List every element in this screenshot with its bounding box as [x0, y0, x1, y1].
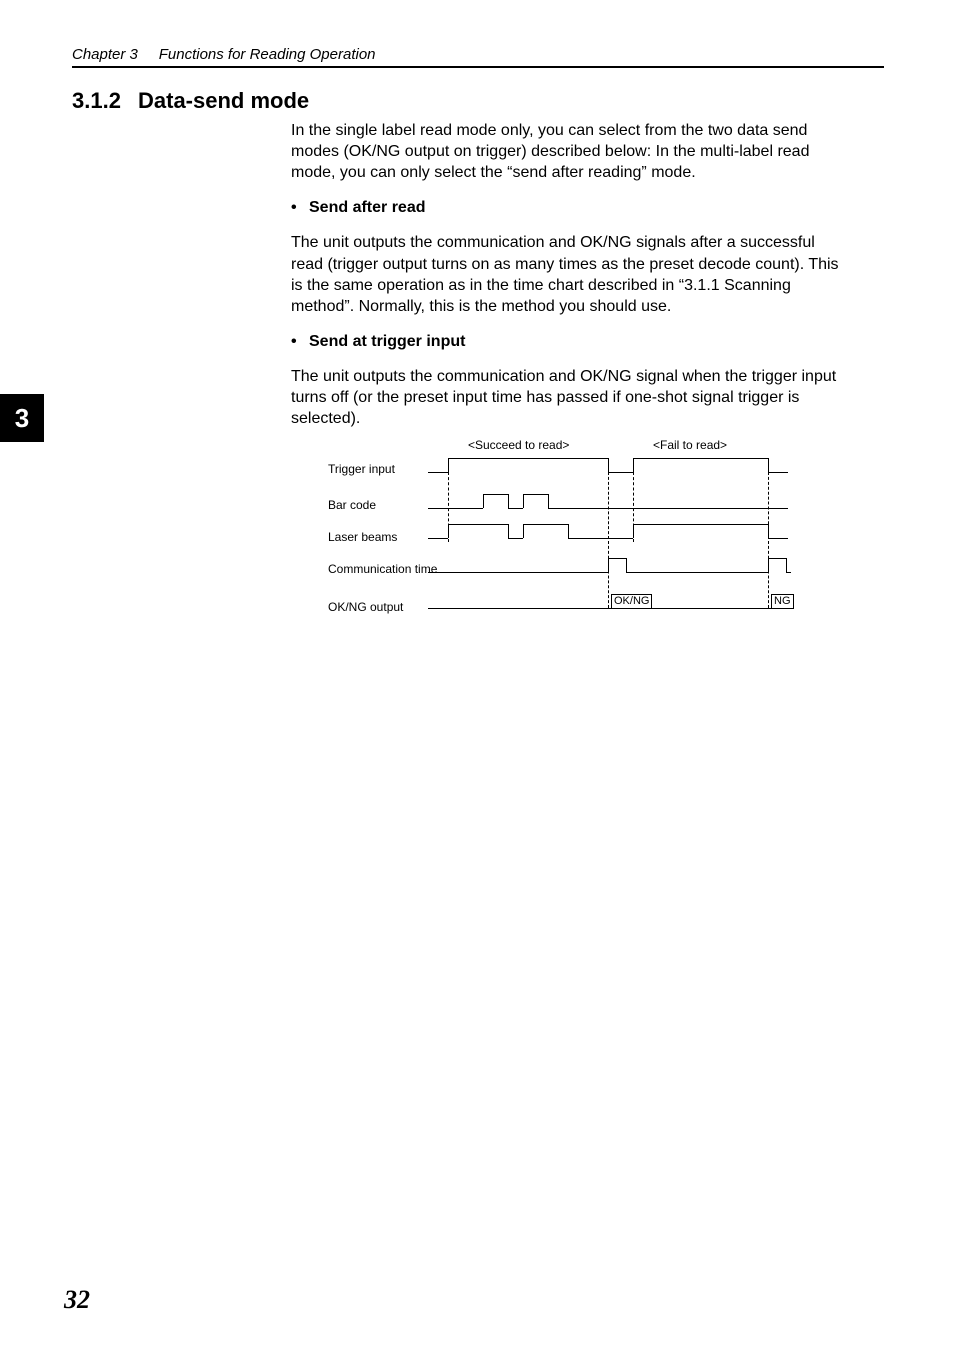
- chapter-label: Chapter 3: [72, 46, 138, 63]
- header-rule: [72, 66, 884, 68]
- intro-paragraph: In the single label read mode only, you …: [291, 120, 851, 183]
- page-number: 32: [64, 1285, 90, 1315]
- signal-trigger-label: Trigger input: [328, 462, 395, 476]
- section-title: Data-send mode: [138, 88, 309, 114]
- okng-box-succeed: OK/NG: [611, 594, 652, 609]
- col-fail-label: <Fail to read>: [653, 438, 727, 452]
- running-header: Chapter 3 Functions for Reading Operatio…: [72, 46, 376, 63]
- signal-laser-label: Laser beams: [328, 530, 397, 544]
- bullet-1-title: •Send after read: [291, 197, 851, 218]
- chapter-title: Functions for Reading Operation: [159, 46, 376, 63]
- bullet-1-body: The unit outputs the communication and O…: [291, 232, 851, 316]
- signal-comm-label: Communication time: [328, 562, 437, 576]
- col-succeed-label: <Succeed to read>: [468, 438, 569, 452]
- signal-barcode-label: Bar code: [328, 498, 376, 512]
- chapter-tab: 3: [0, 394, 44, 442]
- bullet-2-title: •Send at trigger input: [291, 331, 851, 352]
- signal-okng-label: OK/NG output: [328, 600, 403, 614]
- body-text: In the single label read mode only, you …: [291, 120, 851, 443]
- timing-diagram: <Succeed to read> <Fail to read> Trigger…: [333, 438, 813, 638]
- okng-box-fail: NG: [771, 594, 794, 609]
- section-number: 3.1.2: [72, 88, 121, 114]
- bullet-2-body: The unit outputs the communication and O…: [291, 366, 851, 429]
